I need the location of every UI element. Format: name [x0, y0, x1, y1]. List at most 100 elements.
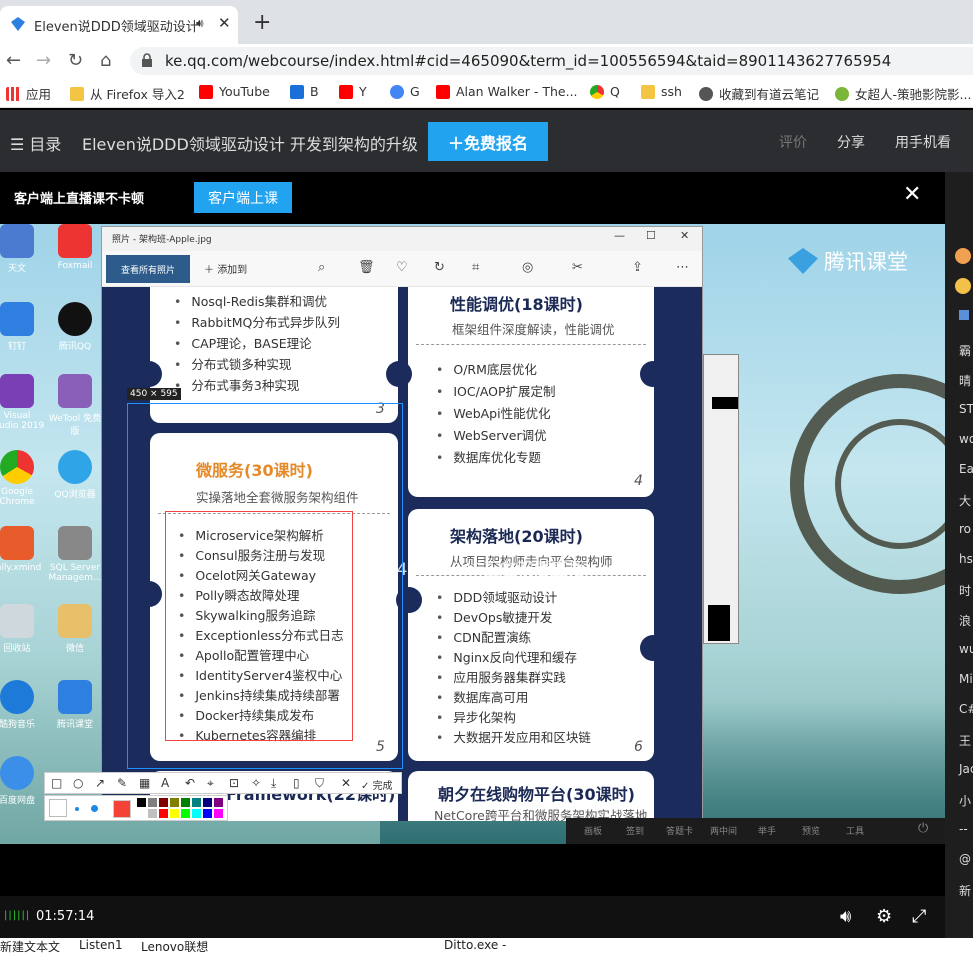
desktop-icon[interactable]: Visual Studio 2019 — [0, 374, 46, 431]
scan-icon[interactable]: ⊡ — [229, 776, 239, 790]
bookmark-item[interactable]: YouTube — [199, 84, 270, 99]
palette-color-swatch[interactable] — [148, 798, 157, 807]
review-link[interactable]: 评价 — [779, 132, 807, 152]
rectangle-tool-icon[interactable]: □ — [51, 776, 62, 790]
close-icon[interactable]: ✕ — [680, 229, 689, 242]
tab-close-icon[interactable]: ✕ — [218, 14, 231, 32]
palette-color-swatch[interactable] — [203, 798, 212, 807]
bookmark-item[interactable]: Y — [339, 84, 367, 99]
view-all-photos-button[interactable]: 查看所有照片 — [106, 255, 190, 283]
text-tool-icon[interactable]: A — [161, 776, 169, 790]
desktop-icon[interactable]: 腾讯QQ — [46, 302, 104, 352]
shortcut-label[interactable]: Lenovo联想 — [141, 938, 208, 955]
desktop-icon[interactable]: mily.xmind — [0, 526, 46, 573]
palette-color-swatch[interactable] — [170, 798, 179, 807]
free-enroll-button[interactable]: ＋免费报名 — [428, 122, 548, 161]
rotate-icon[interactable]: ↻ — [434, 260, 445, 275]
open-client-button[interactable]: 客户端上课 — [194, 182, 292, 213]
mosaic-tool-icon[interactable]: ▦ — [139, 776, 150, 790]
download-icon[interactable]: ⤓ — [271, 776, 276, 791]
bookmark-icon[interactable]: ⛉ — [315, 776, 324, 791]
palette-color-swatch[interactable] — [137, 798, 146, 807]
desktop-icon[interactable]: 酷狗音乐 — [0, 680, 46, 730]
add-to-button[interactable]: ＋ 添加到 — [204, 261, 247, 276]
catalog-menu-button[interactable]: ☰ 目录 — [10, 131, 61, 155]
desktop-icon[interactable]: 钉钉 — [0, 302, 46, 352]
back-icon[interactable]: ← — [6, 50, 21, 71]
palette-color-swatch[interactable] — [159, 798, 168, 807]
palette-color-swatch[interactable] — [181, 809, 190, 818]
maximize-icon[interactable]: ☐ — [646, 229, 656, 242]
desktop-icon[interactable]: 天文 — [0, 224, 46, 274]
palette-color-swatch[interactable] — [181, 798, 190, 807]
palette-color-swatch[interactable] — [214, 798, 223, 807]
home-icon[interactable]: ⌂ — [100, 50, 111, 71]
bookmark-item[interactable]: B — [290, 84, 319, 99]
speaker-icon[interactable]: 🔊︎ — [196, 16, 204, 31]
new-tab-button[interactable]: + — [253, 10, 271, 35]
stream-tool-item[interactable]: 举手 — [758, 824, 776, 837]
stream-tool-item[interactable]: 答题卡 — [666, 824, 693, 837]
browser-tab[interactable]: Eleven说DDD领域驱动设计 🔊︎ ✕ — [0, 6, 238, 44]
share-icon[interactable]: ⇪ — [632, 260, 643, 275]
more-icon[interactable]: ⋯ — [676, 260, 689, 275]
heart-icon[interactable]: ♡ — [396, 260, 408, 275]
desktop-icon[interactable]: 微信 — [46, 604, 104, 654]
snip-rectangle-annotation[interactable] — [165, 511, 353, 741]
palette-color-swatch[interactable] — [159, 809, 168, 818]
zoom-icon[interactable]: ⌕ — [318, 260, 325, 275]
desktop-icon[interactable]: WeTool 免费版 — [46, 374, 104, 437]
undo-icon[interactable]: ↶ — [185, 776, 195, 790]
shortcut-label[interactable]: Listen1 — [79, 938, 123, 952]
stream-tool-item[interactable]: 预览 — [802, 824, 820, 837]
bookmark-item[interactable]: 收藏到有道云笔记 — [699, 84, 819, 103]
desktop-icon[interactable]: Google Chrome — [0, 450, 46, 507]
settings-icon[interactable]: ⚙ — [876, 906, 892, 927]
bookmark-item[interactable]: Alan Walker - The... — [436, 84, 578, 99]
bookmark-item[interactable]: 从 Firefox 导入2 — [70, 84, 185, 103]
cancel-icon[interactable]: ✕ — [341, 776, 351, 790]
palette-color-swatch[interactable] — [214, 809, 223, 818]
palette-color-swatch[interactable] — [192, 798, 201, 807]
reload-icon[interactable]: ↻ — [68, 50, 83, 71]
desktop-icon[interactable]: QQ浏览器 — [46, 450, 104, 500]
address-bar[interactable]: ke.qq.com/webcourse/index.html#cid=46509… — [130, 47, 973, 75]
arrow-tool-icon[interactable]: ↗ — [95, 776, 105, 790]
watch-on-mobile-link[interactable]: 用手机看 — [895, 132, 951, 152]
shortcut-label[interactable]: 新建文本文 — [0, 938, 60, 955]
bookmark-apps[interactable]: 应用 — [6, 84, 51, 103]
share-link[interactable]: 分享 — [837, 132, 865, 152]
brush-size-large[interactable] — [91, 805, 98, 812]
stream-tool-item[interactable]: 画板 — [584, 824, 602, 837]
save-icon[interactable]: ▯ — [293, 776, 300, 790]
fullscreen-icon[interactable]: ⤢ — [912, 906, 926, 927]
enhance-icon[interactable]: ◎ — [522, 260, 533, 275]
ellipse-tool-icon[interactable]: ○ — [73, 776, 83, 790]
finish-button[interactable]: ✓ 完成 — [361, 777, 393, 792]
edit-icon[interactable]: ✂ — [572, 260, 583, 275]
palette-color-swatch[interactable] — [148, 809, 157, 818]
bookmark-item[interactable]: Q — [590, 84, 620, 99]
stream-tool-item[interactable]: 签到 — [626, 824, 644, 837]
delete-icon[interactable]: 🗑︎ — [358, 260, 375, 275]
desktop-icon[interactable]: 百度网盘 — [0, 756, 46, 806]
volume-icon[interactable]: 🔊︎ — [840, 906, 851, 927]
crop-icon[interactable]: ⌗ — [472, 260, 479, 275]
bookmark-item[interactable]: 女超人-策驰影院影... — [835, 84, 971, 103]
desktop-icon[interactable]: 腾讯课堂 — [46, 680, 104, 730]
power-icon[interactable]: ⏻ — [918, 821, 928, 836]
forward-icon[interactable]: → — [36, 50, 51, 71]
palette-color-swatch[interactable] — [137, 809, 146, 818]
brush-size-small[interactable] — [49, 799, 67, 817]
palette-color-swatch[interactable] — [192, 809, 201, 818]
minimize-icon[interactable]: — — [614, 229, 625, 242]
stream-tool-item[interactable]: 两中间 — [710, 824, 737, 837]
desktop-icon[interactable]: Foxmail — [46, 224, 104, 271]
desktop-icon[interactable]: 回收站 — [0, 604, 46, 654]
pin-icon[interactable]: ✧ — [251, 776, 261, 790]
current-color-swatch[interactable] — [113, 800, 131, 818]
palette-color-swatch[interactable] — [203, 809, 212, 818]
ocr-icon[interactable]: ⌖ — [207, 776, 214, 791]
shortcut-label[interactable]: Ditto.exe - — [444, 938, 506, 952]
palette-color-swatch[interactable] — [170, 809, 179, 818]
